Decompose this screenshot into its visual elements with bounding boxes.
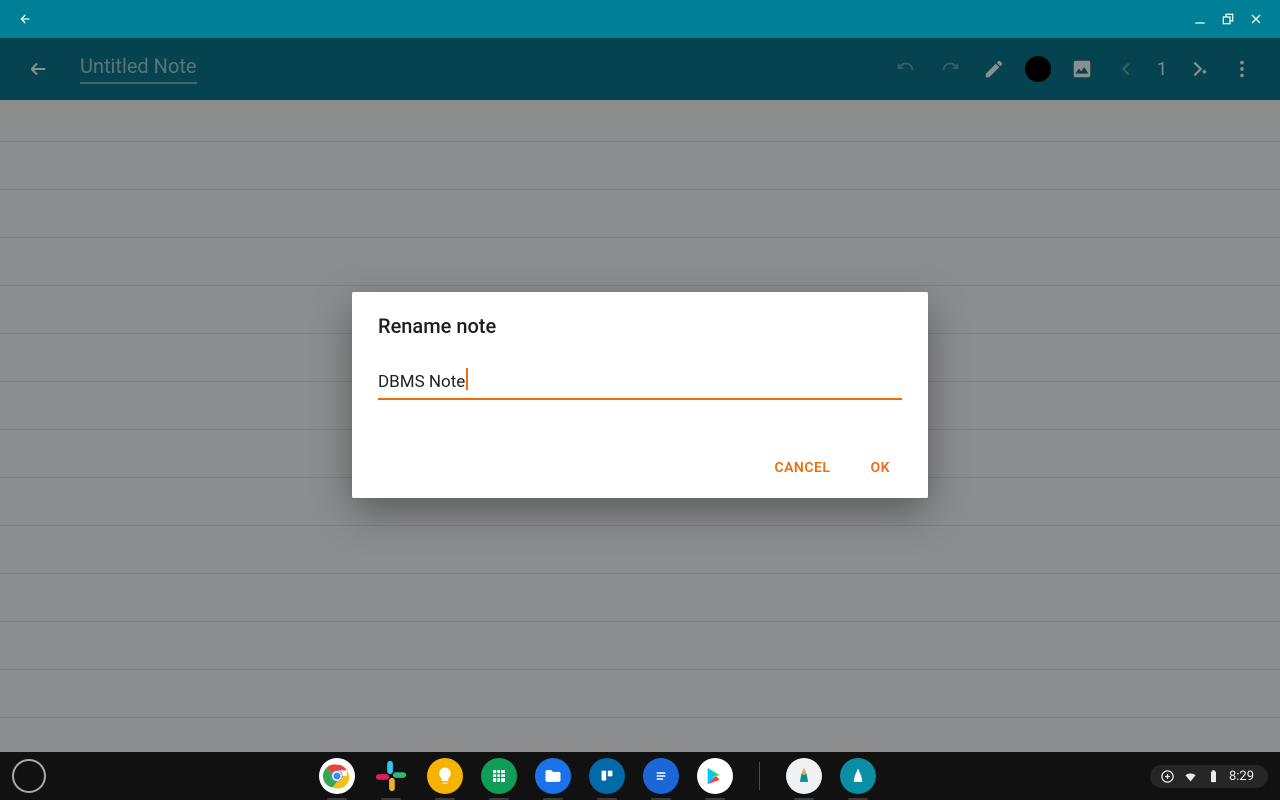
shelf-app-docs[interactable] (643, 758, 679, 794)
rename-dialog: Rename note CANCEL OK (352, 292, 928, 498)
modal-scrim[interactable]: Rename note CANCEL OK (0, 38, 1280, 752)
minimize-icon (1192, 11, 1208, 27)
shelf: 8:29 (0, 752, 1280, 800)
wifi-icon (1183, 769, 1198, 784)
shelf-app-files[interactable] (535, 758, 571, 794)
folder-icon (543, 766, 563, 786)
arrow-left-icon (16, 11, 32, 27)
shelf-app-slack[interactable] (373, 758, 409, 794)
dialog-actions: CANCEL OK (378, 452, 902, 484)
window-titlebar (0, 0, 1280, 38)
rename-input[interactable] (378, 368, 902, 400)
shelf-app-squid-dark[interactable] (840, 758, 876, 794)
chrome-icon (320, 759, 354, 793)
shelf-app-chrome[interactable] (319, 758, 355, 794)
notifications-icon (1160, 769, 1175, 784)
pen-nib-icon (848, 766, 868, 786)
shelf-app-trello[interactable] (589, 758, 625, 794)
window-back-button[interactable] (10, 5, 38, 33)
window-minimize-button[interactable] (1186, 5, 1214, 33)
shelf-apps (319, 758, 876, 794)
shelf-app-squid-light[interactable] (786, 758, 822, 794)
shelf-app-keep[interactable] (427, 758, 463, 794)
lightbulb-icon (435, 766, 455, 786)
docs-icon (652, 767, 670, 785)
shelf-divider (759, 762, 760, 790)
text-caret (466, 368, 468, 390)
ok-button[interactable]: OK (866, 452, 894, 484)
slack-icon (374, 759, 408, 793)
status-tray[interactable]: 8:29 (1150, 765, 1268, 788)
shelf-app-sheets[interactable] (481, 758, 517, 794)
cancel-button[interactable]: CANCEL (770, 452, 834, 484)
close-icon (1248, 11, 1264, 27)
launcher-button[interactable] (12, 759, 46, 793)
sheets-icon (490, 767, 508, 785)
window-close-button[interactable] (1242, 5, 1270, 33)
shelf-app-play-store[interactable] (697, 758, 733, 794)
dialog-title: Rename note (378, 314, 902, 338)
pen-nib-icon (794, 766, 814, 786)
restore-icon (1220, 11, 1236, 27)
clock: 8:29 (1229, 769, 1254, 784)
rename-field-wrapper (378, 368, 902, 400)
trello-icon (597, 766, 617, 786)
play-icon (704, 765, 726, 787)
battery-icon (1206, 769, 1221, 784)
screen: Untitled Note 1 (0, 0, 1280, 800)
window-maximize-button[interactable] (1214, 5, 1242, 33)
